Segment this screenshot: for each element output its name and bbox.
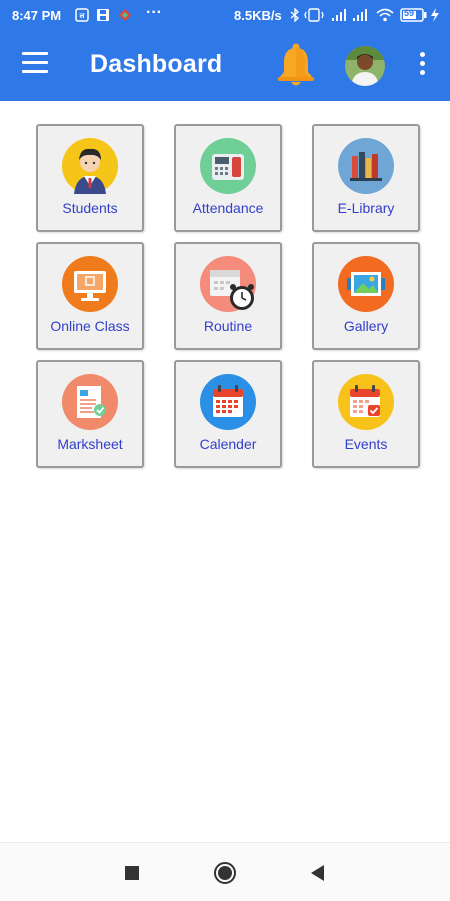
more-notifications-icon: ··· [146, 4, 162, 21]
sim-icon: ल [75, 8, 89, 25]
vibrate-icon [304, 8, 324, 25]
tile-label: Events [344, 436, 388, 452]
tile-routine[interactable]: Routine [174, 242, 282, 350]
user-avatar[interactable] [345, 46, 385, 86]
events-calendar-icon [338, 374, 394, 430]
svg-text:ल: ल [79, 12, 85, 20]
more-vertical-icon[interactable] [412, 52, 432, 78]
top-header: 8:47 PM ल ··· 8.5KB/s 59 Dashboard [0, 0, 450, 101]
save-icon [96, 8, 110, 25]
tile-calender[interactable]: Calender [174, 360, 282, 468]
square-icon[interactable] [120, 861, 144, 885]
status-bar: 8:47 PM ल ··· 8.5KB/s 59 [0, 0, 450, 30]
tile-label: E-Library [337, 200, 395, 216]
tile-label: Calender [199, 436, 257, 452]
tile-events[interactable]: Events [312, 360, 420, 468]
tile-marksheet[interactable]: Marksheet [36, 360, 144, 468]
signal-icon [331, 8, 347, 25]
system-nav-bar [0, 842, 450, 901]
status-time: 8:47 PM [12, 8, 62, 23]
books-icon [338, 138, 394, 194]
wifi-icon [376, 8, 394, 25]
tile-gallery[interactable]: Gallery [312, 242, 420, 350]
circle-icon[interactable] [213, 861, 237, 885]
tile-label: Marksheet [57, 436, 123, 452]
tile-online-class[interactable]: Online Class [36, 242, 144, 350]
tile-attendance[interactable]: Attendance [174, 124, 282, 232]
battery-level: 59 [404, 8, 415, 18]
app-bar: Dashboard [0, 30, 450, 101]
attendance-machine-icon [200, 138, 256, 194]
tile-label: Gallery [343, 318, 389, 334]
triangle-back-icon[interactable] [306, 861, 330, 885]
monitor-icon [62, 256, 118, 312]
tile-label: Students [62, 200, 118, 216]
calendar-icon [200, 374, 256, 430]
tile-label: Routine [203, 318, 253, 334]
network-speed: 8.5KB/s [234, 8, 282, 23]
calendar-clock-icon [200, 256, 256, 312]
charging-icon [430, 8, 440, 25]
gallery-icon [338, 256, 394, 312]
bluetooth-icon [290, 7, 300, 25]
hamburger-menu-icon[interactable] [22, 52, 48, 74]
tile-e-library[interactable]: E-Library [312, 124, 420, 232]
marksheet-icon [62, 374, 118, 430]
tile-students[interactable]: Students [36, 124, 144, 232]
app-icon [118, 8, 132, 25]
tile-label: Attendance [192, 200, 264, 216]
student-icon [62, 138, 118, 194]
bell-icon[interactable] [274, 42, 318, 88]
tile-label: Online Class [50, 318, 130, 334]
page-title: Dashboard [90, 50, 223, 78]
signal-icon [352, 8, 368, 25]
